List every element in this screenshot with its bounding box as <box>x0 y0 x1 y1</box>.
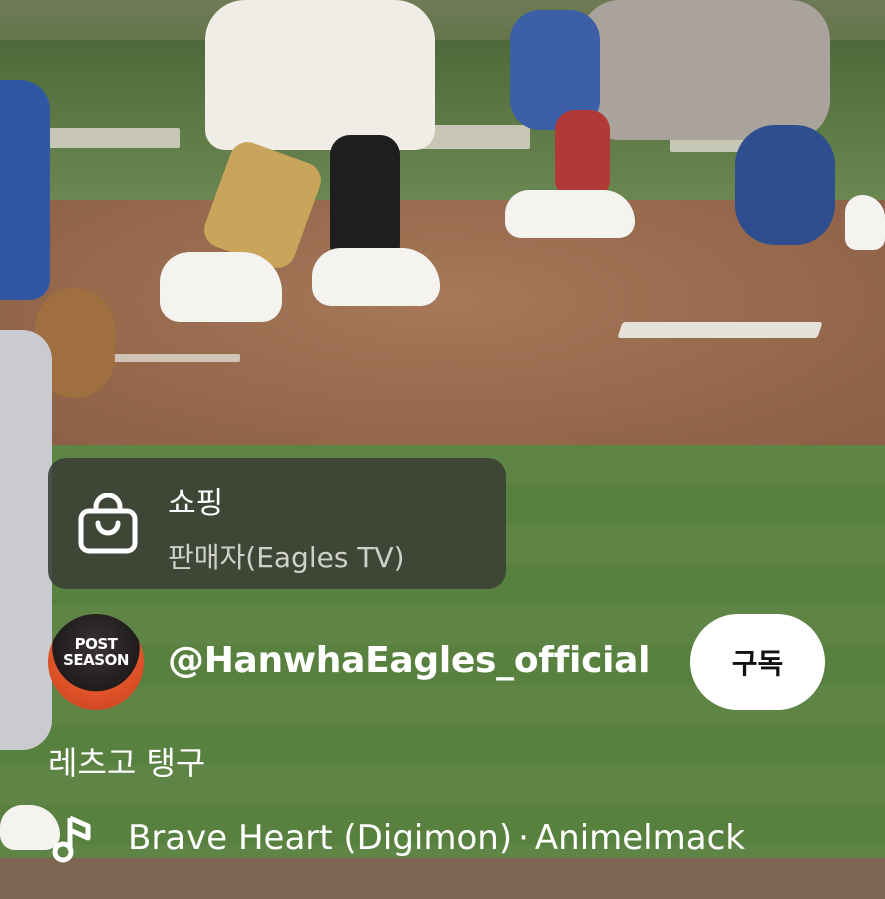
music-title: Brave Heart (Digimon) <box>128 818 513 858</box>
chalk-line <box>420 125 530 149</box>
music-separator: · <box>518 818 529 858</box>
channel-avatar[interactable]: POST SEASON <box>48 614 144 710</box>
channel-handle[interactable]: @HanwhaEagles_official <box>168 640 650 681</box>
catcher-shoe <box>505 190 635 238</box>
catcher-mitt <box>735 125 835 245</box>
catcher-shoe <box>845 195 885 250</box>
shopping-bag-icon <box>78 493 138 554</box>
pitcher-jersey <box>0 80 50 300</box>
subscribe-button[interactable]: 구독 <box>690 614 825 710</box>
chalk-line <box>30 128 180 148</box>
music-artist: Animelmack <box>534 818 745 858</box>
catcher-body <box>580 0 830 140</box>
music-note-icon <box>52 815 91 863</box>
shopping-title: 쇼핑 <box>168 486 224 521</box>
avatar-logo-text: POST SEASON <box>63 635 129 669</box>
pitcher-leg <box>0 330 52 750</box>
batter-pants <box>205 0 435 150</box>
home-plate <box>617 322 823 338</box>
batter-shoe <box>160 252 282 322</box>
dirt-track <box>0 858 885 899</box>
music-track[interactable]: Brave Heart (Digimon) · Animelmack <box>128 818 745 858</box>
video-caption[interactable]: 레츠고 탱구 <box>48 738 205 784</box>
batter-sock <box>330 135 400 265</box>
batter-shoe <box>312 248 440 306</box>
shopping-seller: 판매자(Eagles TV) <box>168 541 405 574</box>
catcher-shin-guard <box>555 110 610 200</box>
